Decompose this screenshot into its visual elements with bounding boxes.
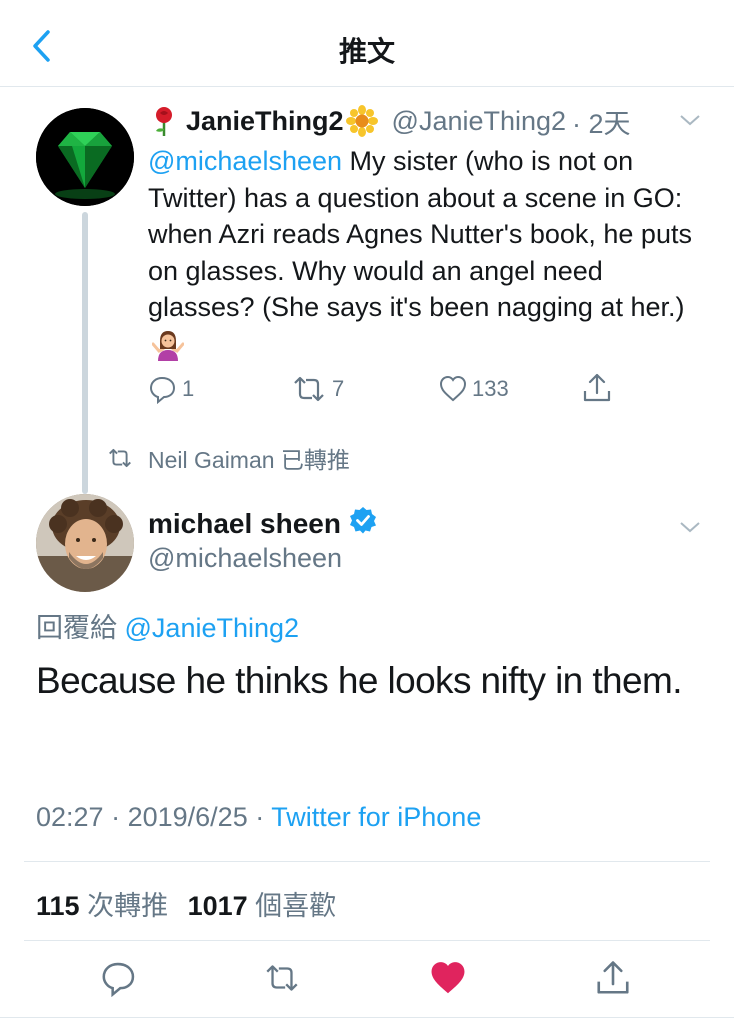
divider xyxy=(0,1017,734,1018)
tweet-time: · 2天 xyxy=(572,108,631,139)
avatar[interactable] xyxy=(36,494,134,592)
page-title: 推文 xyxy=(338,36,395,67)
chevron-down-icon[interactable] xyxy=(678,110,702,130)
author-name[interactable]: michael sheen xyxy=(148,508,341,540)
like-button[interactable] xyxy=(428,958,468,998)
retweets-stat[interactable]: 115 次轉推 xyxy=(36,891,168,921)
reply-count: 1 xyxy=(182,376,195,401)
reply-icon xyxy=(149,376,176,404)
tweet-stats: 115 次轉推 1017 個喜歡 xyxy=(36,884,336,923)
retweet-button[interactable]: 7 xyxy=(290,374,344,404)
like-count: 133 xyxy=(472,376,509,401)
retweet-icon xyxy=(109,448,131,468)
tweet-text: @michaelsheen My sister (who is not on T… xyxy=(148,143,708,362)
rose-emoji xyxy=(148,105,180,137)
author-name[interactable]: JanieThing2 xyxy=(186,106,344,137)
share-icon xyxy=(597,961,629,994)
avatar[interactable] xyxy=(36,108,134,206)
tweet-date: 2019/6/25 xyxy=(127,802,248,832)
heart-icon xyxy=(431,962,465,994)
tweet-meta: 02:27 · 2019/6/25 · Twitter for iPhone xyxy=(36,802,481,833)
tweet-time: 02:27 xyxy=(36,802,104,832)
heart-icon xyxy=(439,375,467,402)
retweet-icon xyxy=(294,376,324,402)
likes-stat[interactable]: 1017 個喜歡 xyxy=(188,891,337,921)
person-shrugging-emoji xyxy=(151,329,185,362)
author-handle[interactable]: @michaelsheen xyxy=(148,543,342,574)
author-handle[interactable]: @JanieThing2 xyxy=(392,106,567,137)
likes-count: 1017 xyxy=(187,891,248,921)
retweet-count: 7 xyxy=(332,376,345,401)
retweets-label: 次轉推 xyxy=(79,891,169,921)
retweet-button[interactable] xyxy=(262,958,302,998)
separator: · xyxy=(255,802,272,832)
divider xyxy=(24,861,710,862)
mention-link[interactable]: @JanieThing2 xyxy=(125,613,300,643)
mention-link[interactable]: @michaelsheen xyxy=(148,146,342,176)
likes-label: 個喜歡 xyxy=(247,891,337,921)
sunflower-emoji xyxy=(345,105,378,137)
verified-badge-icon xyxy=(349,506,377,541)
thread-line xyxy=(82,212,88,494)
tweet-header: JanieThing2 @JanieThing2 · 2天 xyxy=(148,103,631,139)
divider xyxy=(24,940,710,941)
retweets-count: 115 xyxy=(36,891,80,921)
reply-button[interactable] xyxy=(99,958,139,998)
reply-button[interactable]: 1 xyxy=(148,374,194,404)
retweet-notice: Neil Gaiman 已轉推 xyxy=(106,441,350,475)
retweet-icon xyxy=(266,965,298,991)
reply-prefix: 回覆給 xyxy=(36,613,125,643)
reply-icon xyxy=(102,962,135,997)
share-button[interactable] xyxy=(593,958,633,998)
share-icon xyxy=(583,373,611,402)
reply-context: 回覆給 @JanieThing2 xyxy=(36,606,299,645)
separator: · xyxy=(111,802,128,832)
chevron-down-icon[interactable] xyxy=(678,517,702,537)
retweet-notice-text[interactable]: Neil Gaiman 已轉推 xyxy=(148,441,350,475)
tweet-text: Because he thinks he looks nifty in them… xyxy=(36,660,682,701)
like-button[interactable]: 133 xyxy=(438,374,509,404)
tweet-source-link[interactable]: Twitter for iPhone xyxy=(271,802,481,832)
tweet-header: michael sheen xyxy=(148,506,377,541)
share-button[interactable] xyxy=(582,372,612,404)
